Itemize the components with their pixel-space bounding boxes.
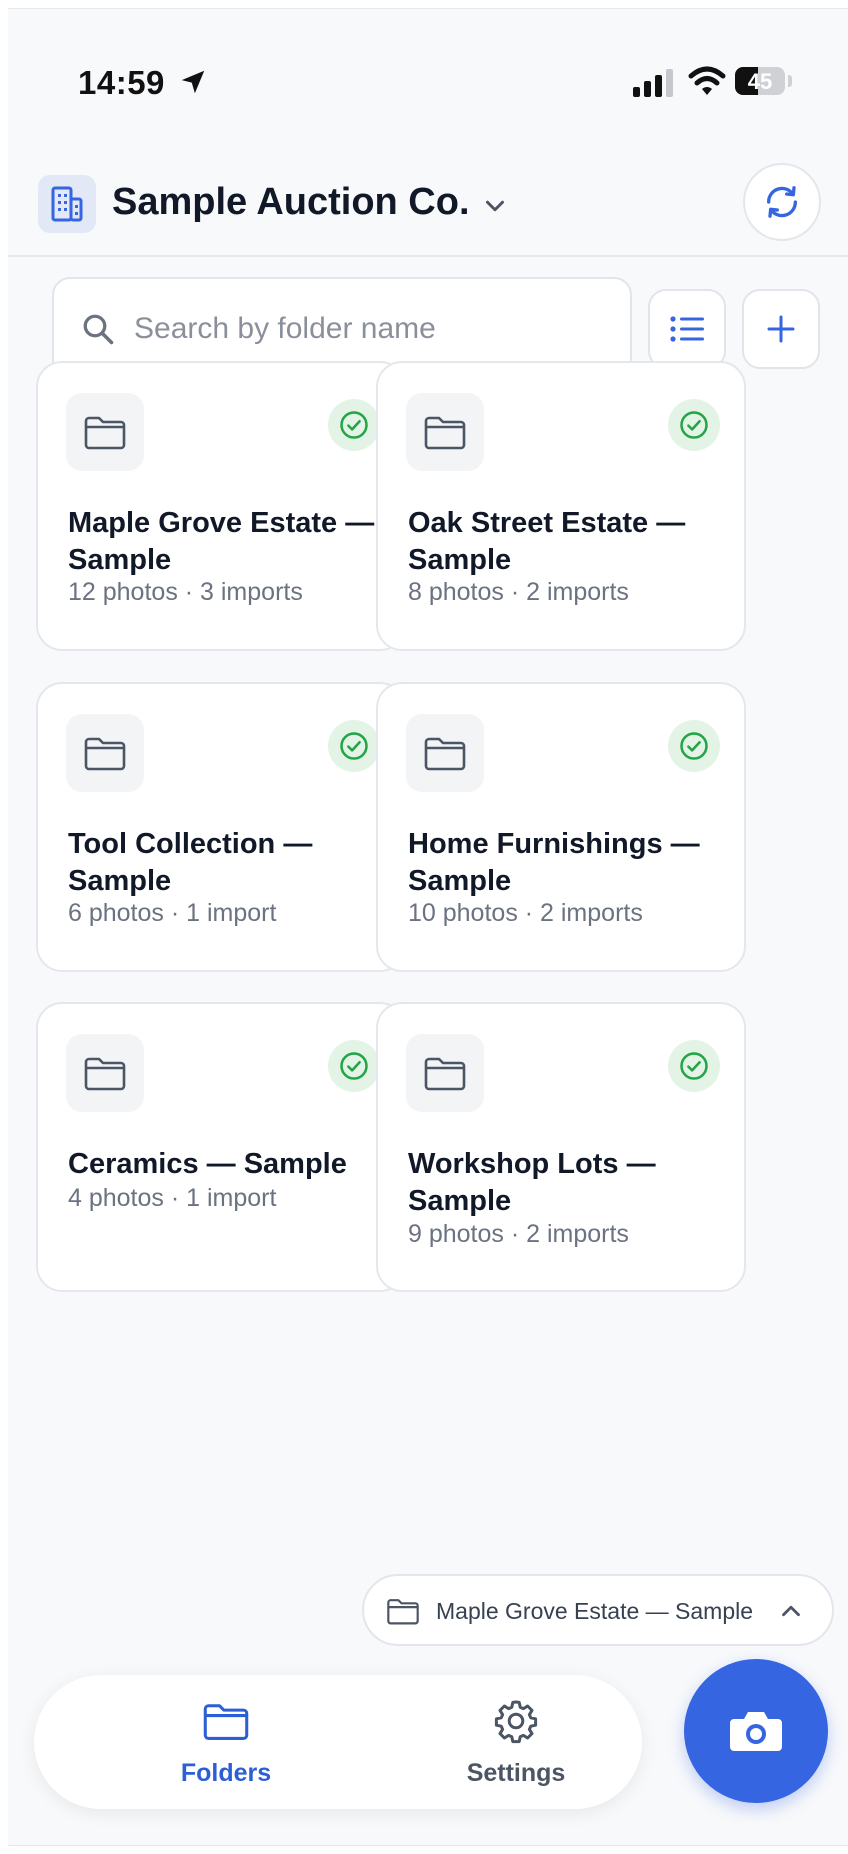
gear-icon: [494, 1700, 538, 1744]
tab-settings[interactable]: Settings: [416, 1675, 616, 1809]
folder-meta: 9 photos · 2 imports: [408, 1220, 629, 1248]
battery-level: 45: [747, 69, 773, 94]
battery-cap: [788, 75, 792, 87]
camera-icon: [730, 1712, 782, 1751]
search-icon: [83, 314, 114, 345]
folder-meta: 12 photos · 3 imports: [68, 578, 303, 606]
tab-folders[interactable]: Folders: [126, 1675, 326, 1809]
sync-button[interactable]: [743, 163, 821, 241]
folder-icon: [387, 1599, 419, 1625]
folder-title: Oak Street Estate — Sample: [408, 507, 686, 576]
folder-title: Tool Collection — Sample: [68, 828, 313, 897]
folder-icon: [203, 1704, 249, 1740]
current-folder-pill[interactable]: Maple Grove Estate — Sample: [362, 1574, 834, 1646]
current-folder-label: Maple Grove Estate — Sample: [436, 1598, 754, 1624]
folder-card[interactable]: Oak Street Estate — Sample 8 photos · 2 …: [376, 361, 746, 651]
wifi-icon: [688, 66, 726, 95]
folder-meta: 6 photos · 1 import: [68, 899, 277, 927]
folder-card[interactable]: Home Furnishings — Sample 10 photos · 2 …: [376, 682, 746, 972]
folder-meta: 10 photos · 2 imports: [408, 899, 643, 927]
signal-icon: [633, 69, 673, 97]
chevron-down-icon[interactable]: [480, 191, 510, 221]
check-circle-icon: [668, 1040, 720, 1092]
camera-button[interactable]: [684, 1659, 828, 1803]
folder-meta: 4 photos · 1 import: [68, 1184, 277, 1212]
list-icon: [670, 316, 704, 342]
folder-card[interactable]: Ceramics — Sample 4 photos · 1 import: [36, 1002, 406, 1292]
folder-title: Ceramics — Sample: [68, 1148, 347, 1180]
org-switcher[interactable]: Sample Auction Co.: [112, 181, 470, 224]
check-circle-icon: [328, 1040, 380, 1092]
folder-card[interactable]: Tool Collection — Sample 6 photos · 1 im…: [36, 682, 406, 972]
folder-title: Workshop Lots — Sample: [408, 1148, 656, 1217]
folder-icon: [406, 1034, 484, 1112]
app-screen: 14:59 45 Sample Auction Co. Search by fo…: [8, 8, 848, 1846]
building-icon[interactable]: [38, 175, 96, 233]
check-circle-icon: [668, 720, 720, 772]
status-time: 14:59: [78, 64, 165, 101]
folder-card[interactable]: Maple Grove Estate — Sample 12 photos · …: [36, 361, 406, 651]
folder-title: Maple Grove Estate — Sample: [68, 507, 375, 576]
folder-icon: [66, 1034, 144, 1112]
tab-settings-label: Settings: [466, 1759, 566, 1787]
folder-title: Home Furnishings — Sample: [408, 828, 700, 897]
folder-icon: [406, 393, 484, 471]
check-circle-icon: [328, 720, 380, 772]
folder-icon: [66, 714, 144, 792]
location-arrow-icon: [181, 70, 205, 94]
plus-icon: [767, 315, 795, 343]
sync-icon: [766, 186, 798, 218]
check-circle-icon: [668, 399, 720, 451]
battery-indicator: 45: [735, 67, 785, 95]
tab-bar: Folders Settings: [34, 1675, 642, 1809]
folder-icon: [66, 393, 144, 471]
chevron-up-icon: [782, 1605, 800, 1617]
check-circle-icon: [328, 399, 380, 451]
folder-card[interactable]: Workshop Lots — Sample 9 photos · 2 impo…: [376, 1002, 746, 1292]
add-folder-button[interactable]: [742, 289, 820, 369]
folder-icon: [406, 714, 484, 792]
list-view-button[interactable]: [648, 289, 726, 369]
search-input[interactable]: [134, 307, 614, 351]
folder-meta: 8 photos · 2 imports: [408, 578, 629, 606]
header: Sample Auction Co.: [8, 139, 848, 257]
tab-folders-label: Folders: [180, 1759, 272, 1787]
